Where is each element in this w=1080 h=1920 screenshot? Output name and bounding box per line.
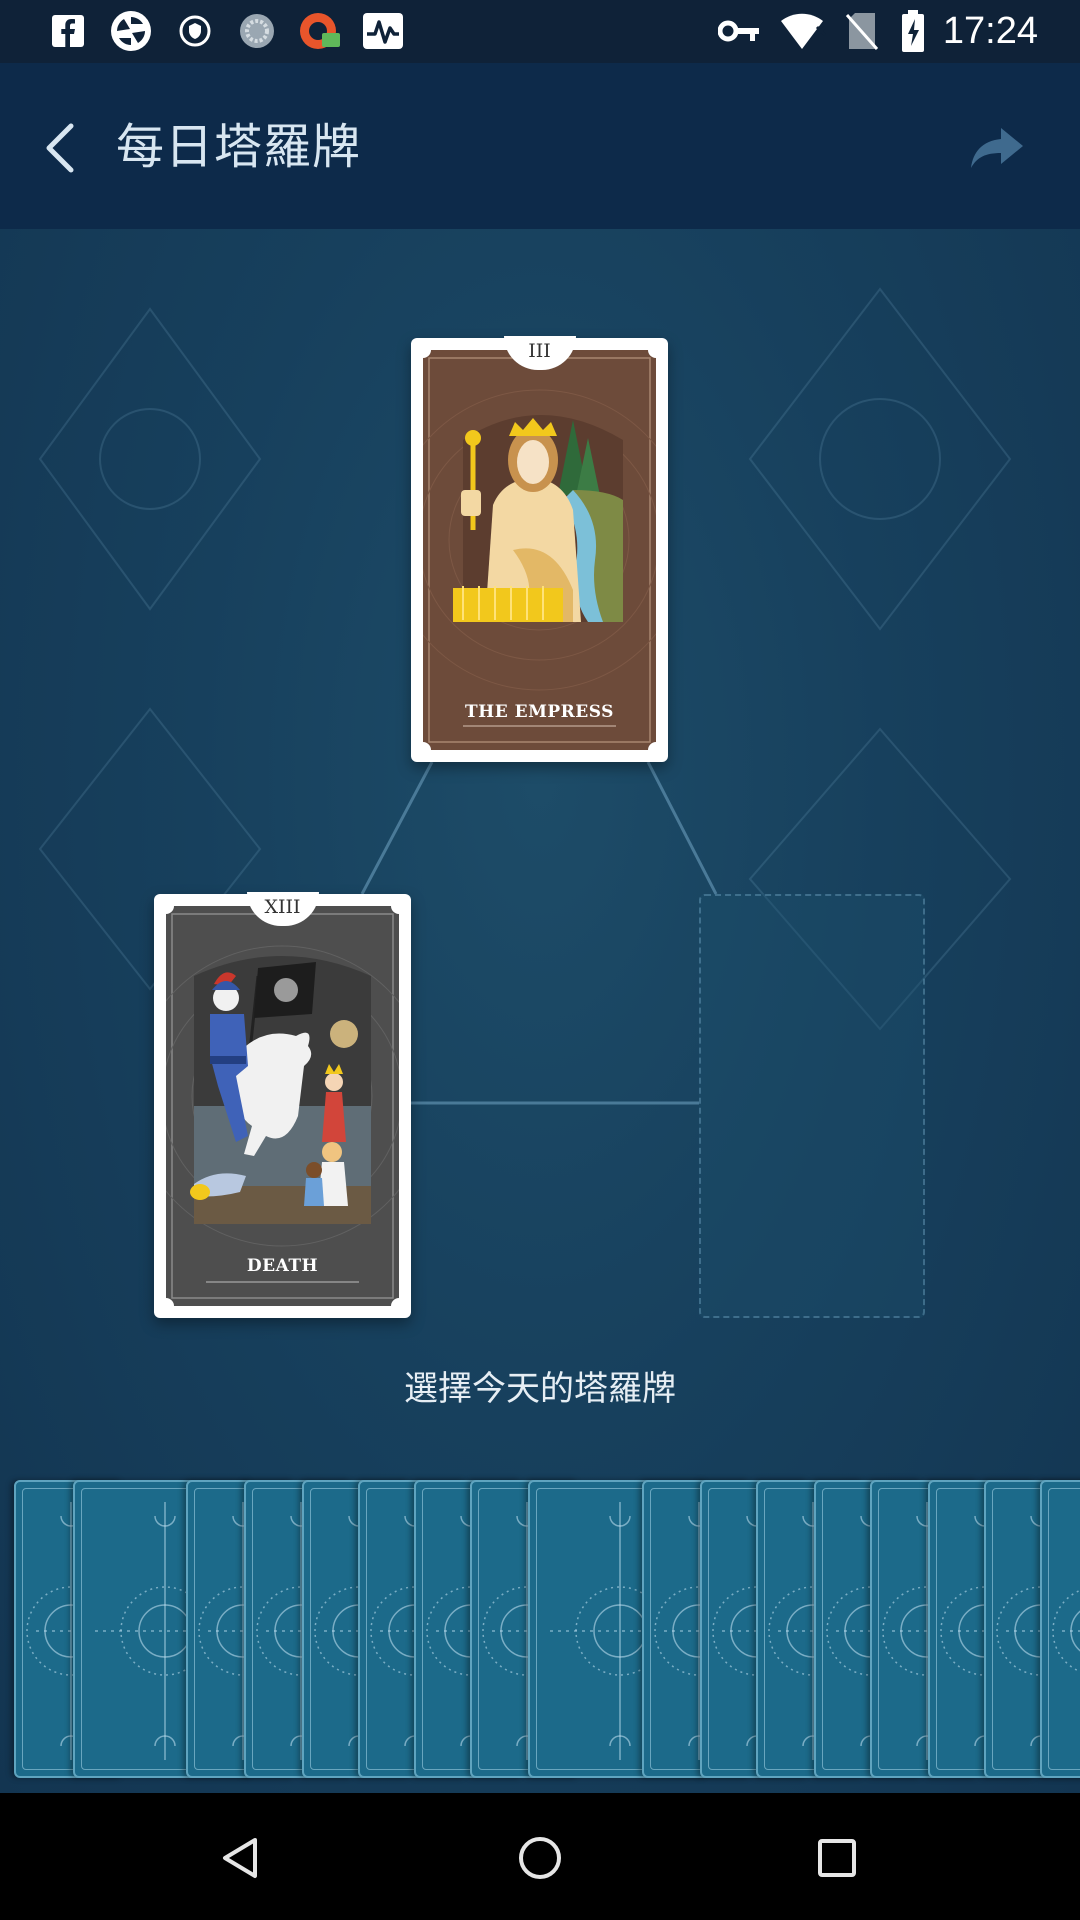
nav-home-button[interactable] bbox=[505, 1823, 575, 1893]
card-corner bbox=[648, 742, 664, 758]
no-sim-icon bbox=[842, 10, 882, 52]
card-corner bbox=[415, 742, 431, 758]
square-recents-icon bbox=[818, 1839, 856, 1877]
card-name: THE EMPRESS bbox=[465, 702, 614, 722]
vpn-key-icon bbox=[718, 10, 762, 52]
tarot-card-death[interactable]: DEATH XIII bbox=[154, 892, 411, 1318]
card-corner bbox=[391, 1298, 407, 1314]
camera-app-icon bbox=[108, 10, 154, 52]
sync-icon bbox=[236, 10, 278, 52]
status-bar: 17:24 bbox=[0, 0, 1080, 63]
vpn-shield-icon bbox=[176, 10, 214, 52]
pulse-app-icon bbox=[360, 10, 406, 52]
card-artwork: DEATH bbox=[166, 906, 399, 1306]
card-corner bbox=[415, 342, 431, 358]
page-title: 每日塔羅牌 bbox=[116, 119, 362, 175]
app-header: 每日塔羅牌 bbox=[0, 63, 1080, 229]
share-arrow-icon bbox=[971, 128, 1023, 168]
wifi-icon bbox=[778, 10, 830, 52]
chevron-left-icon bbox=[46, 123, 74, 173]
nav-recents-button[interactable] bbox=[802, 1823, 872, 1893]
battery-charging-icon bbox=[898, 10, 928, 52]
death-illustration bbox=[166, 913, 399, 1299]
nav-back-button[interactable] bbox=[206, 1823, 276, 1893]
select-card-prompt: 選擇今天的塔羅牌 bbox=[404, 1369, 676, 1409]
card-corner bbox=[391, 898, 407, 914]
card-artwork: THE EMPRESS bbox=[423, 350, 656, 750]
system-nav-bar bbox=[0, 1793, 1080, 1920]
card-deck bbox=[0, 1480, 1080, 1778]
back-button[interactable] bbox=[30, 113, 90, 183]
app-notification-icon bbox=[298, 10, 342, 52]
deck-card[interactable] bbox=[1040, 1480, 1080, 1778]
share-button[interactable] bbox=[962, 118, 1032, 178]
card-name: DEATH bbox=[246, 1256, 319, 1276]
status-time: 17:24 bbox=[942, 10, 1038, 52]
circle-home-icon bbox=[519, 1837, 561, 1879]
empty-card-slot[interactable] bbox=[699, 894, 925, 1318]
card-corner bbox=[158, 898, 174, 914]
tarot-spread-area: THE EMPRESS III DEATH XIII 選擇今天的塔羅牌 bbox=[0, 229, 1080, 1793]
card-corner bbox=[648, 342, 664, 358]
tarot-card-empress[interactable]: THE EMPRESS III bbox=[411, 336, 668, 762]
empress-illustration bbox=[423, 357, 656, 743]
triangle-back-icon bbox=[223, 1838, 257, 1878]
card-corner bbox=[158, 1298, 174, 1314]
facebook-icon bbox=[48, 10, 88, 52]
